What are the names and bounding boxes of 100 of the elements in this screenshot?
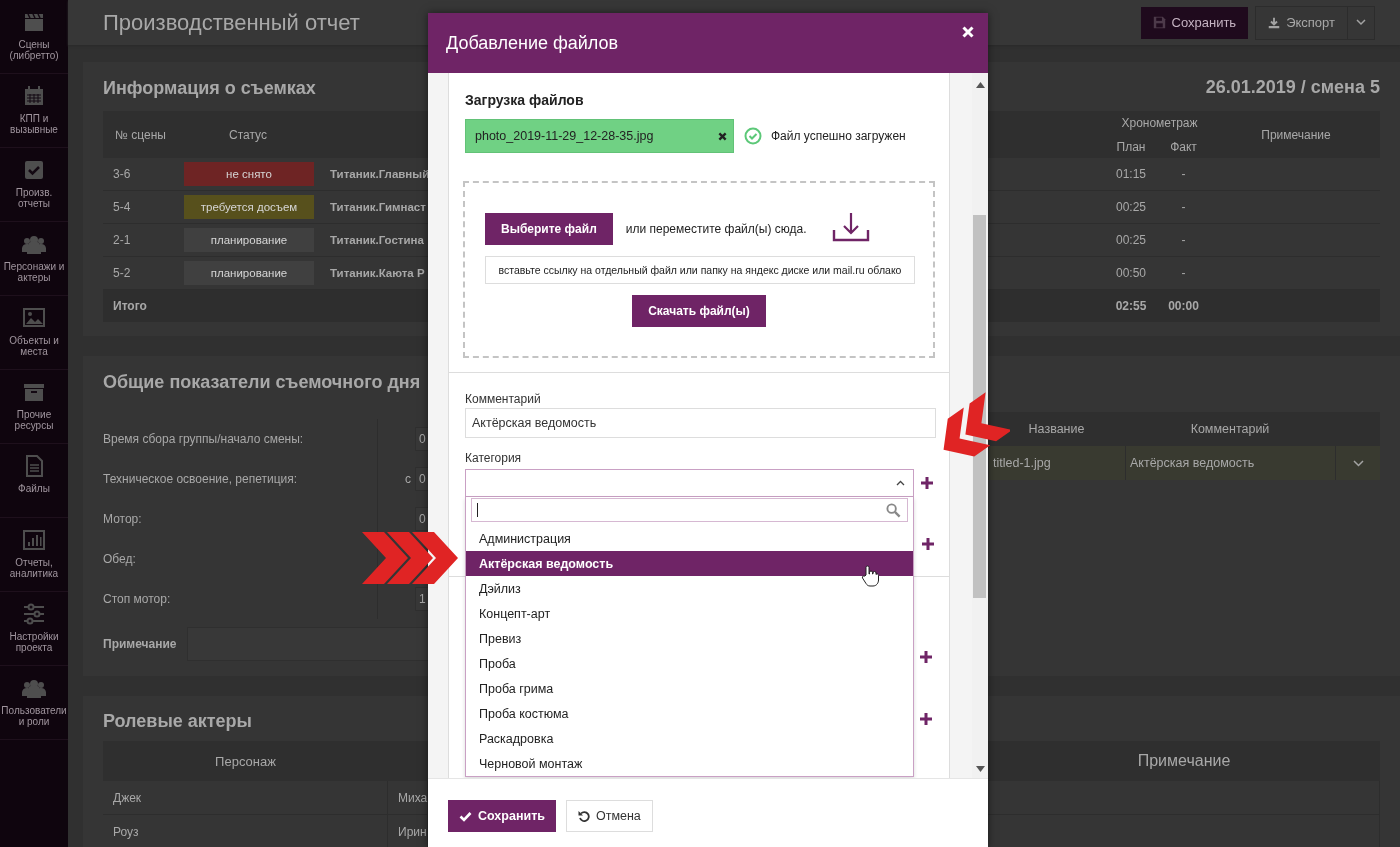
table-cell: 5-4: [103, 191, 178, 224]
column-header: Хронометраж: [1107, 111, 1212, 135]
plus-icon[interactable]: [922, 538, 934, 550]
plus-icon[interactable]: [920, 651, 932, 663]
section-title: Общие показатели съемочного дня: [103, 372, 421, 392]
field-label: Примечание: [103, 637, 178, 651]
page-title: Производственный отчет: [103, 9, 360, 36]
dropdown-option[interactable]: Раскадровка: [466, 726, 913, 751]
sliders-icon: [22, 602, 46, 626]
checkbox-icon: [22, 158, 46, 182]
cancel-button[interactable]: Отмена: [565, 800, 653, 832]
table-cell: Джек: [103, 781, 388, 815]
table-cell: -: [1155, 224, 1212, 257]
status-badge: планирование: [184, 261, 314, 285]
chevron-up-icon: [896, 480, 905, 486]
table-cell: Итого: [103, 290, 178, 322]
undo-icon: [577, 810, 590, 822]
check-circle-icon: [744, 127, 762, 145]
dropdown-option[interactable]: Дэйлиз: [466, 576, 913, 601]
table-cell: titled-1.jpg: [988, 446, 1125, 480]
sidebar-item[interactable]: КПП и вызывные: [0, 74, 68, 148]
scroll-down-arrow-icon[interactable]: [976, 766, 985, 772]
column-header: Примечание: [988, 741, 1380, 781]
dropdown-option[interactable]: Концепт-арт: [466, 601, 913, 626]
table-cell: Роуз: [103, 815, 388, 847]
search-field[interactable]: [471, 498, 908, 522]
modal-title: Добавление файлов: [446, 32, 619, 54]
sidebar-item[interactable]: Персонажи и актеры: [0, 222, 68, 296]
sidebar-item[interactable]: Файлы: [0, 444, 68, 518]
link-field[interactable]: вставьте ссылку на отдельный файл или папку на яндекс диске или mail.ru облако: [485, 256, 915, 284]
plus-icon[interactable]: [920, 713, 932, 725]
table-cell: 00:00: [1155, 290, 1212, 322]
column-header: [388, 741, 428, 781]
sidebar-item[interactable]: Настройки проекта: [0, 592, 68, 666]
download-tray-icon: [832, 212, 871, 242]
hand-cursor-icon: [861, 565, 879, 587]
remove-file-button[interactable]: [718, 131, 727, 141]
field-label: Категория: [465, 450, 523, 466]
section-title: Информация о съемках: [103, 77, 316, 98]
field-label: Комментарий: [465, 391, 542, 407]
calendar-icon: [22, 84, 46, 108]
comment-field[interactable]: Актёрская ведомость: [465, 408, 936, 438]
upload-status: Файл успешно загружен: [771, 129, 906, 143]
table-cell: 01:15: [1107, 158, 1155, 191]
chevron-down-icon[interactable]: [1352, 459, 1364, 467]
table-cell: -: [1155, 191, 1212, 224]
caret-down-icon: [1356, 19, 1366, 26]
text-cursor: [477, 503, 478, 517]
field-label: Техническое освоение, репетиция:: [103, 459, 378, 499]
column-header: Примечание: [1212, 111, 1380, 158]
time-field[interactable]: 1: [415, 587, 428, 611]
sidebar-item[interactable]: Объекты и места: [0, 296, 68, 370]
table-cell: 2-1: [103, 224, 178, 257]
status-badge: не снято: [184, 162, 314, 186]
dropdown-option[interactable]: Превиз: [466, 626, 913, 651]
scroll-up-arrow-icon[interactable]: [976, 82, 985, 88]
drop-zone[interactable]: Выберите файл или переместите файл(ы) сюда. вставьте ссылку на отдельный файл или папку на яндекс диске или mail.ru облако Скачать файл(ы): [463, 181, 935, 358]
section-title: Ролевые актеры: [103, 711, 252, 731]
column-header: Название: [988, 412, 1125, 446]
download-icon: [1268, 16, 1281, 29]
save-button[interactable]: Сохранить: [1140, 6, 1249, 39]
status-badge: планирование: [184, 228, 314, 252]
sidebar-item[interactable]: Отчеты, аналитика: [0, 518, 68, 592]
plus-icon[interactable]: [921, 477, 933, 489]
search-icon[interactable]: [886, 502, 901, 518]
download-button[interactable]: Скачать файл(ы): [632, 295, 766, 327]
dropdown-option[interactable]: Администрация: [466, 526, 913, 551]
sidebar-item[interactable]: Прочие ресурсы: [0, 370, 68, 444]
column-header: Факт: [1155, 135, 1212, 158]
close-icon: [962, 26, 974, 38]
sidebar-item[interactable]: Произв. отчеты: [0, 148, 68, 222]
picture-icon: [22, 306, 46, 330]
dropdown-option[interactable]: Черновой монтаж: [466, 751, 913, 776]
save-button[interactable]: Сохранить: [448, 800, 556, 832]
table-cell: 00:25: [1107, 224, 1155, 257]
field-prefix: с: [405, 472, 411, 486]
choose-file-button[interactable]: Выберите файл: [485, 213, 613, 245]
table-cell: 3-6: [103, 158, 178, 191]
sidebar-item[interactable]: Пользователи и роли: [0, 666, 68, 740]
bar-chart-icon: [22, 528, 46, 552]
section-title: Загрузка файлов: [465, 91, 585, 109]
shift-date: 26.01.2019 / смена 5: [1205, 77, 1380, 98]
check-icon: [459, 810, 472, 822]
dropdown-option[interactable]: Проба: [466, 651, 913, 676]
note-field[interactable]: [187, 627, 428, 661]
table-cell: -: [1155, 158, 1212, 191]
column-header: Персонаж: [103, 741, 388, 781]
dropdown-option[interactable]: Проба костюма: [466, 701, 913, 726]
column-header: Комментарий: [1125, 412, 1335, 446]
table-cell: 00:25: [1107, 191, 1155, 224]
time-field[interactable]: 0: [415, 467, 428, 491]
dropdown-option[interactable]: Проба грима: [466, 676, 913, 701]
file-name: photo_2019-11-29_12-28-35.jpg: [475, 129, 654, 143]
table-cell: Актёрская ведомость: [1125, 446, 1335, 480]
column-header: План: [1107, 135, 1155, 158]
table-cell: 02:55: [1107, 290, 1155, 322]
column-header: № сцены: [103, 111, 178, 158]
time-field[interactable]: 0: [415, 507, 428, 531]
time-field[interactable]: 0: [415, 427, 428, 451]
close-button[interactable]: [960, 24, 976, 40]
